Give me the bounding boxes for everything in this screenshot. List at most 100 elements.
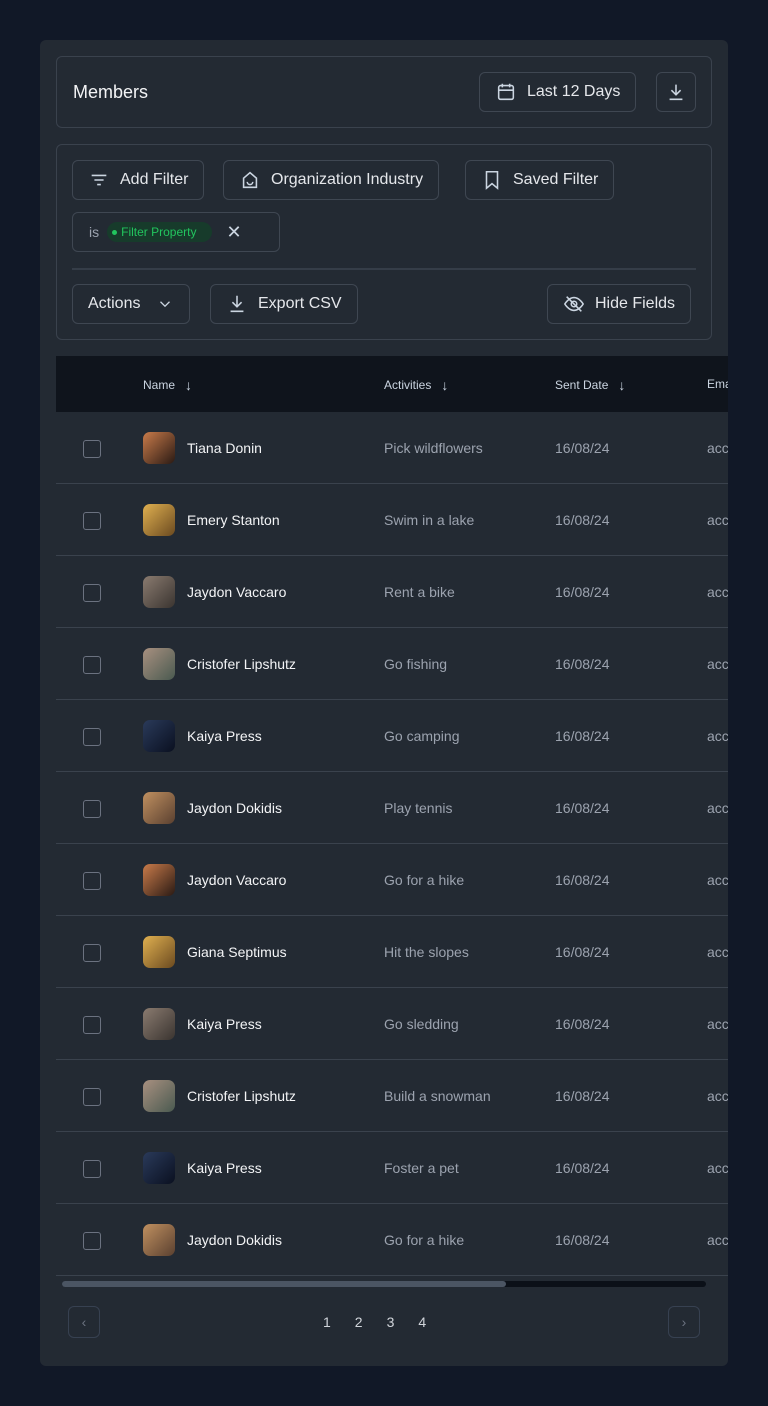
table-row[interactable]: Jaydon Dokidis Go for a hike 16/08/24 ac… [56, 1204, 728, 1276]
activity: Go camping [384, 728, 460, 744]
email: acc [707, 800, 728, 816]
sent-date: 16/08/24 [555, 872, 610, 888]
hide-fields-label: Hide Fields [595, 295, 676, 312]
filter-property-badge[interactable]: Filter Property [107, 222, 213, 242]
member-name: Jaydon Vaccaro [187, 584, 287, 600]
activity: Go for a hike [384, 872, 465, 888]
column-header-activities[interactable]: Activities ↓ [384, 377, 448, 393]
row-checkbox[interactable] [83, 1232, 101, 1250]
next-page-button[interactable]: › [668, 1306, 700, 1338]
email: acc [707, 728, 728, 744]
hide-fields-button[interactable]: Hide Fields [547, 284, 692, 324]
member-name: Cristofer Lipshutz [187, 1088, 296, 1104]
table-row[interactable]: Cristofer Lipshutz Go fishing 16/08/24 a… [56, 628, 728, 700]
close-icon[interactable]: ✕ [226, 222, 241, 243]
calendar-icon [497, 83, 515, 101]
email: acc [707, 1088, 728, 1104]
actions-dropdown[interactable]: Actions [72, 284, 191, 324]
page-4[interactable]: 4 [418, 1314, 426, 1330]
sent-date: 16/08/24 [555, 1088, 610, 1104]
email: acc [707, 1160, 728, 1176]
organization-industry-button[interactable]: Organization Industry [223, 160, 440, 200]
table-row[interactable]: Cristofer Lipshutz Build a snowman 16/08… [56, 1060, 728, 1132]
scrollbar-thumb[interactable] [62, 1281, 507, 1287]
page-title: Members [73, 82, 149, 102]
row-checkbox[interactable] [83, 584, 101, 602]
sent-date: 16/08/24 [555, 728, 610, 744]
condition-operator: is [89, 224, 100, 240]
page-2[interactable]: 2 [355, 1314, 363, 1330]
arrow-down-icon: ↓ [185, 377, 193, 393]
members-table: Name↓ Activities↓ Sent Date↓ Email Tiana… [56, 356, 728, 1276]
column-header-sent-date[interactable]: Sent Date ↓ [555, 377, 625, 393]
row-checkbox[interactable] [83, 872, 101, 890]
table-row[interactable]: Giana Septimus Hit the slopes 16/08/24 a… [56, 916, 728, 988]
table-row[interactable]: Jaydon Vaccaro Go for a hike 16/08/24 ac… [56, 844, 728, 916]
column-header-email[interactable]: Email [707, 377, 728, 391]
table-row[interactable]: Jaydon Vaccaro Rent a bike 16/08/24 acc [56, 556, 728, 628]
avatar [143, 504, 175, 536]
member-name: Cristofer Lipshutz [187, 656, 296, 672]
row-checkbox[interactable] [83, 440, 101, 458]
row-checkbox[interactable] [83, 512, 101, 530]
table-row[interactable]: Tiana Donin Pick wildflowers 16/08/24 ac… [56, 412, 728, 484]
table-header: Name↓ Activities↓ Sent Date↓ Email [56, 356, 728, 412]
download-icon [669, 84, 683, 101]
members-panel: Members Last 12 Days Add Filter Organiza… [40, 40, 728, 1366]
sent-date: 16/08/24 [555, 584, 610, 600]
table-row[interactable]: Kaiya Press Foster a pet 16/08/24 acc [56, 1132, 728, 1204]
avatar [143, 720, 175, 752]
member-name: Kaiya Press [187, 728, 262, 744]
avatar [143, 576, 175, 608]
page-3[interactable]: 3 [387, 1314, 395, 1330]
add-filter-label: Add Filter [120, 171, 189, 188]
member-name: Kaiya Press [187, 1160, 262, 1176]
table-row[interactable]: Kaiya Press Go camping 16/08/24 acc [56, 700, 728, 772]
row-checkbox[interactable] [83, 656, 101, 674]
row-checkbox[interactable] [83, 728, 101, 746]
saved-filter-label: Saved Filter [513, 171, 599, 188]
filter-icon [91, 174, 107, 186]
avatar [143, 432, 175, 464]
row-checkbox[interactable] [83, 800, 101, 818]
row-checkbox[interactable] [83, 1160, 101, 1178]
saved-filter-button[interactable]: Saved Filter [465, 160, 615, 200]
date-range-button[interactable]: Last 12 Days [479, 72, 637, 112]
activity: Build a snowman [384, 1088, 491, 1104]
sent-date: 16/08/24 [555, 440, 610, 456]
add-filter-button[interactable]: Add Filter [72, 160, 205, 200]
page-1[interactable]: 1 [323, 1314, 331, 1330]
download-icon [230, 295, 244, 313]
member-name: Jaydon Vaccaro [187, 872, 287, 888]
avatar [143, 1224, 175, 1256]
avatar [143, 1080, 175, 1112]
email: acc [707, 584, 728, 600]
prev-page-button[interactable]: ‹ [68, 1306, 100, 1338]
horizontal-scrollbar[interactable] [62, 1281, 706, 1287]
arrow-down-icon: ↓ [618, 377, 626, 393]
column-header-name[interactable]: Name ↓ [143, 377, 192, 393]
export-csv-button[interactable]: Export CSV [210, 284, 358, 324]
table-row[interactable]: Kaiya Press Go sledding 16/08/24 acc [56, 988, 728, 1060]
table-row[interactable]: Emery Stanton Swim in a lake 16/08/24 ac… [56, 484, 728, 556]
member-name: Jaydon Dokidis [187, 800, 282, 816]
table-row[interactable]: Jaydon Dokidis Play tennis 16/08/24 acc [56, 772, 728, 844]
avatar [143, 936, 175, 968]
activity: Play tennis [384, 800, 453, 816]
sent-date: 16/08/24 [555, 944, 610, 960]
row-checkbox[interactable] [83, 1088, 101, 1106]
activity: Rent a bike [384, 584, 455, 600]
divider [72, 268, 696, 270]
organization-icon [242, 171, 258, 189]
chevron-down-icon [160, 301, 171, 308]
date-range-label: Last 12 Days [527, 83, 621, 100]
row-checkbox[interactable] [83, 944, 101, 962]
email: acc [707, 440, 728, 456]
chevron-left-icon: ‹ [81, 1314, 87, 1330]
download-button[interactable] [656, 72, 696, 112]
avatar [143, 864, 175, 896]
sent-date: 16/08/24 [555, 800, 610, 816]
filter-card: Add Filter Organization Industry Saved F… [56, 144, 712, 340]
avatar [143, 1008, 175, 1040]
row-checkbox[interactable] [83, 1016, 101, 1034]
